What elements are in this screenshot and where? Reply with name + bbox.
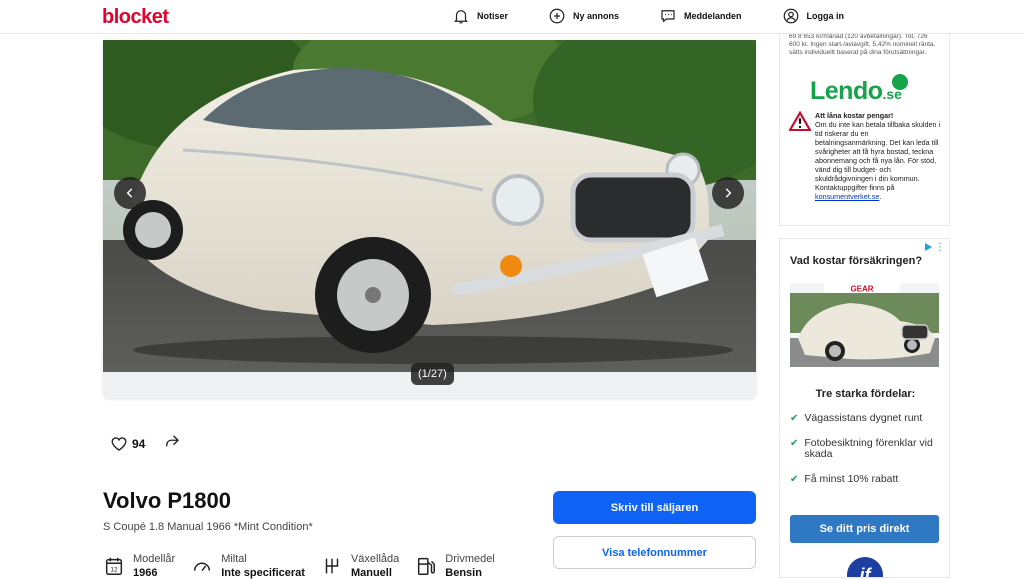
favorite-button[interactable]: 94: [110, 435, 145, 453]
nav-ny-annons-label: Ny annons: [573, 11, 620, 21]
benefit-text: Fotobesiktning förenklar vid skada: [804, 437, 933, 460]
nav-meddelanden[interactable]: Meddelanden: [659, 7, 742, 25]
ad-heading: Vad kostar försäkringen?: [790, 255, 923, 267]
show-phone-button[interactable]: Visa telefonnummer: [553, 536, 756, 569]
check-icon: ✔: [790, 413, 799, 424]
listing-title: Volvo P1800: [103, 488, 231, 513]
ad-subheading: Tre starka fördelar:: [815, 388, 916, 400]
contact-seller-button[interactable]: Skriv till säljaren: [553, 491, 756, 524]
see-price-button[interactable]: Se ditt pris direkt: [790, 515, 939, 543]
bell-icon: [454, 10, 468, 24]
fact-label: Modellår: [133, 553, 176, 565]
share-icon: [166, 435, 180, 447]
gallery-next-button[interactable]: [712, 177, 744, 209]
warning-body: Om du inte kan betala tillbaka skulden i…: [815, 120, 941, 192]
ad-car-image: GEAR: [790, 283, 939, 367]
fact-value: Bensin: [445, 567, 482, 579]
favorites-count: 94: [132, 436, 146, 451]
calendar-icon: 12: [105, 557, 123, 575]
fact-vaxellada: Växellåda Manuell: [321, 553, 399, 579]
plus-circle-icon: [549, 8, 565, 24]
nav-notiser-label: Notiser: [477, 11, 509, 21]
nav-notiser[interactable]: Notiser: [452, 7, 508, 25]
if-logo: if: [847, 557, 883, 577]
ad-small-print: 69 8 653 kr/månad (120 avbetalningar). T…: [789, 33, 936, 56]
chevron-left-icon: [126, 188, 133, 198]
chart-bubble-icon: [892, 74, 908, 90]
chevron-right-icon: [725, 188, 732, 198]
benefit-text: Vägassistans dygnet runt: [804, 412, 923, 424]
lendo-brand-name: Lendo: [810, 77, 883, 105]
benefit-text: Få minst 10% rabatt: [804, 473, 899, 485]
svg-text:12: 12: [110, 567, 118, 574]
fact-drivmedel: Drivmedel Bensin: [415, 553, 495, 579]
fact-miltal: Miltal Inte specificerat: [191, 553, 305, 579]
benefit-item: ✔ Få minst 10% rabatt: [790, 473, 945, 486]
fact-label: Miltal: [221, 553, 247, 565]
nav-logga-in-label: Logga in: [806, 11, 845, 21]
gallery-prev-button[interactable]: [114, 177, 146, 209]
check-icon: ✔: [790, 474, 799, 485]
warning-text: Att låna kostar pengar! Om du inte kan b…: [815, 111, 941, 201]
benefits-list: ✔ Vägassistans dygnet runt ✔ Fotobesiktnin…: [790, 413, 945, 499]
fact-value: Inte specificerat: [221, 567, 305, 579]
image-gallery[interactable]: (1/27): [103, 40, 756, 398]
benefit-item: ✔ Fotobesiktning förenklar vid skada: [790, 438, 945, 460]
nav-meddelanden-label: Meddelanden: [684, 11, 742, 21]
speedometer-icon: [194, 562, 211, 572]
fact-value: Manuell: [350, 567, 392, 579]
gearbox-icon: [325, 558, 339, 574]
header-nav: Notiser Ny annons Meddelanden Logga in: [452, 7, 844, 25]
chat-icon: [661, 10, 675, 23]
loan-warning: Att låna kostar pengar! Om du inte kan b…: [789, 111, 941, 201]
warning-end: .: [879, 192, 882, 201]
fuel-pump-icon: [418, 557, 436, 575]
ad-plate-text: GEAR: [850, 285, 873, 294]
fact-value: 1966: [133, 567, 158, 579]
listing-actions: 94: [110, 432, 181, 455]
warning-title: Att låna kostar pengar!: [815, 111, 894, 120]
fact-label: Växellåda: [350, 553, 400, 565]
share-button[interactable]: [163, 432, 181, 455]
fact-label: Drivmedel: [445, 553, 495, 565]
nav-logga-in[interactable]: Logga in: [782, 7, 845, 25]
warning-triangle-icon: [789, 111, 811, 131]
listing-facts: 12 Modellår 1966 Miltal Inte specificerat …: [103, 553, 495, 579]
lendo-ad[interactable]: 69 8 653 kr/månad (120 avbetalningar). T…: [779, 30, 950, 226]
lendo-logo: Lendo .se: [810, 74, 908, 106]
heart-icon: [111, 436, 127, 451]
insurance-ad[interactable]: ⋮ Vad kostar försäkringen? GEAR Tre star…: [779, 238, 950, 578]
user-icon: [783, 8, 798, 24]
image-counter: (1/27): [411, 363, 454, 385]
blocket-logo[interactable]: blocket: [102, 6, 169, 29]
fact-modellar: 12 Modellår 1966: [103, 553, 175, 579]
konsumentverket-link[interactable]: konsumentverket.se: [815, 192, 879, 201]
benefit-item: ✔ Vägassistans dygnet runt: [790, 412, 945, 425]
listing-subtitle: S Coupé 1.8 Manual 1966 *Mint Condition*: [103, 521, 313, 533]
check-icon: ✔: [790, 438, 799, 449]
top-navigation-bar: blocket Notiser Ny annons Meddelanden Lo…: [0, 0, 1024, 34]
car-photo[interactable]: [103, 40, 756, 372]
nav-ny-annons[interactable]: Ny annons: [548, 7, 619, 25]
adchoices-icon[interactable]: ⋮: [924, 242, 945, 253]
